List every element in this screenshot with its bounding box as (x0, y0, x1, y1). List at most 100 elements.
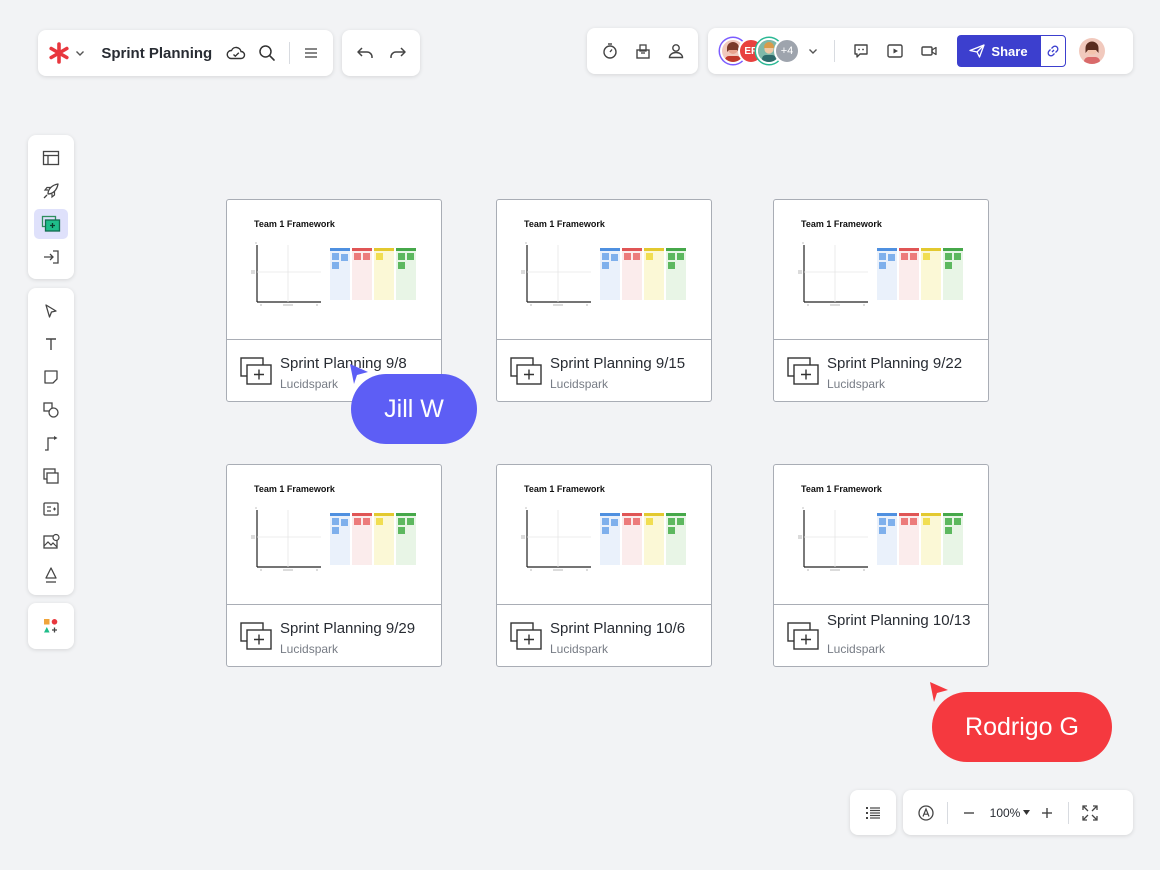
collaborators-panel: EP +4 Share (708, 28, 1133, 74)
thumbnail-title: Team 1 Framework (801, 219, 882, 229)
caret-down-icon (1023, 810, 1031, 815)
board-card[interactable]: Team 1 Framework Sprint Planning 10/6 Luc… (496, 464, 712, 667)
import-icon[interactable] (34, 242, 68, 272)
frame-board-icon (239, 621, 273, 651)
card-footer: Sprint Planning 9/29 Lucidspark (227, 605, 441, 666)
board-card[interactable]: Team 1 Framework Sprint Planning 10/13 Lu… (773, 464, 989, 667)
select-pointer-icon[interactable] (34, 295, 68, 326)
zoom-level-dropdown[interactable]: 100% (986, 806, 1034, 820)
frame-board-icon (509, 356, 543, 386)
card-title[interactable]: Sprint Planning 10/6 (550, 620, 685, 637)
board-card[interactable]: Team 1 Framework Sprint Planning 9/22 Luc… (773, 199, 989, 402)
board-thumbnail: Team 1 Framework (774, 200, 988, 340)
redo-icon[interactable] (384, 39, 412, 67)
divider (288, 42, 290, 64)
card-title[interactable]: Sprint Planning 9/29 (280, 620, 415, 637)
connector-line-icon[interactable] (34, 427, 68, 458)
pen-drawing-icon[interactable] (34, 559, 68, 590)
card-footer: Sprint Planning 9/22 Lucidspark (774, 340, 988, 401)
table-icon[interactable] (34, 493, 68, 524)
board-card[interactable]: Team 1 Framework Sprint Planning 9/8 Luci… (226, 199, 442, 402)
card-source: Lucidspark (827, 642, 886, 656)
card-title[interactable]: Sprint Planning 9/8 (280, 355, 407, 372)
drawing-toolbar (28, 288, 74, 595)
frame-board-icon (509, 621, 543, 651)
cloud-saved-icon[interactable] (224, 40, 248, 66)
board-thumbnail: Team 1 Framework (227, 200, 441, 340)
collaborator-cursor-label: Jill W (351, 374, 477, 444)
zoom-out-icon[interactable] (956, 800, 982, 826)
card-source: Lucidspark (550, 377, 609, 391)
lucid-logo-icon[interactable] (48, 41, 70, 65)
share-button[interactable]: Share (957, 35, 1040, 67)
user-avatar[interactable] (1079, 38, 1105, 64)
card-source: Lucidspark (280, 377, 339, 391)
templates-icon[interactable] (34, 143, 68, 173)
document-title[interactable]: Sprint Planning (101, 45, 212, 62)
board-card[interactable]: Team 1 Framework Sprint Planning 9/15 Luc… (496, 199, 712, 402)
container-frame-icon[interactable] (34, 460, 68, 491)
frame-board-icon (239, 356, 273, 386)
video-call-icon[interactable] (915, 37, 943, 65)
collaborator-avatars[interactable]: EP +4 (720, 38, 800, 64)
divider (834, 40, 835, 62)
board-thumbnail: Team 1 Framework (774, 465, 988, 605)
card-source: Lucidspark (550, 642, 609, 656)
send-icon (969, 44, 986, 58)
copy-link-button[interactable] (1040, 35, 1066, 67)
card-footer: Sprint Planning 9/15 Lucidspark (497, 340, 711, 401)
card-title[interactable]: Sprint Planning 9/15 (550, 355, 685, 372)
board-thumbnail: Team 1 Framework (227, 465, 441, 605)
shapes-icon[interactable] (34, 394, 68, 425)
card-title[interactable]: Sprint Planning 9/22 (827, 355, 962, 372)
sticky-note-icon[interactable] (34, 361, 68, 392)
menu-icon[interactable] (299, 40, 323, 66)
frames-icon[interactable] (34, 208, 68, 239)
board-card[interactable]: Team 1 Framework Sprint Planning 9/29 Luc… (226, 464, 442, 667)
search-icon[interactable] (255, 40, 279, 66)
board-thumbnail: Team 1 Framework (497, 465, 711, 605)
accessibility-icon[interactable] (913, 800, 939, 826)
shape-library-toolbar (28, 603, 74, 649)
shape-library-icon[interactable] (34, 611, 68, 641)
rocket-icon[interactable] (34, 176, 68, 206)
history-panel (342, 30, 420, 76)
text-tool-icon[interactable] (34, 328, 68, 359)
card-source: Lucidspark (827, 377, 886, 391)
card-footer: Sprint Planning 10/6 Lucidspark (497, 605, 711, 666)
chevron-down-icon[interactable] (72, 45, 87, 61)
collaborator-cursor-label: Rodrigo G (932, 692, 1112, 762)
divider (1068, 801, 1069, 824)
present-icon[interactable] (881, 37, 909, 65)
follow-user-icon[interactable] (662, 37, 690, 65)
card-source: Lucidspark (280, 642, 339, 656)
image-upload-icon[interactable] (34, 526, 68, 557)
share-group: Share (957, 35, 1066, 67)
collaboration-tools-panel (587, 28, 698, 74)
zoom-in-icon[interactable] (1034, 800, 1060, 826)
comments-icon[interactable] (847, 37, 875, 65)
divider (947, 801, 948, 824)
zoom-level-value: 100% (989, 805, 1021, 820)
thumbnail-title: Team 1 Framework (801, 484, 882, 494)
thumbnail-title: Team 1 Framework (524, 484, 605, 494)
outline-panel (850, 790, 896, 835)
card-footer: Sprint Planning 10/13 Lucidspark (774, 605, 988, 666)
zoom-panel: 100% (903, 790, 1133, 835)
chevron-down-icon[interactable] (804, 42, 822, 60)
fit-to-screen-icon[interactable] (1077, 800, 1103, 826)
document-panel: Sprint Planning (38, 30, 333, 76)
card-title[interactable]: Sprint Planning 10/13 (827, 612, 970, 629)
collaborator-overflow-count[interactable]: +4 (774, 38, 800, 64)
undo-icon[interactable] (351, 39, 379, 67)
outline-list-icon[interactable] (864, 805, 882, 821)
frame-board-icon (786, 356, 820, 386)
thumbnail-title: Team 1 Framework (254, 219, 335, 229)
link-icon (1047, 45, 1059, 57)
thumbnail-title: Team 1 Framework (524, 219, 605, 229)
voting-icon[interactable] (629, 37, 657, 65)
thumbnail-title: Team 1 Framework (254, 484, 335, 494)
share-label: Share (991, 43, 1028, 59)
timer-icon[interactable] (596, 37, 624, 65)
frame-board-icon (786, 621, 820, 651)
